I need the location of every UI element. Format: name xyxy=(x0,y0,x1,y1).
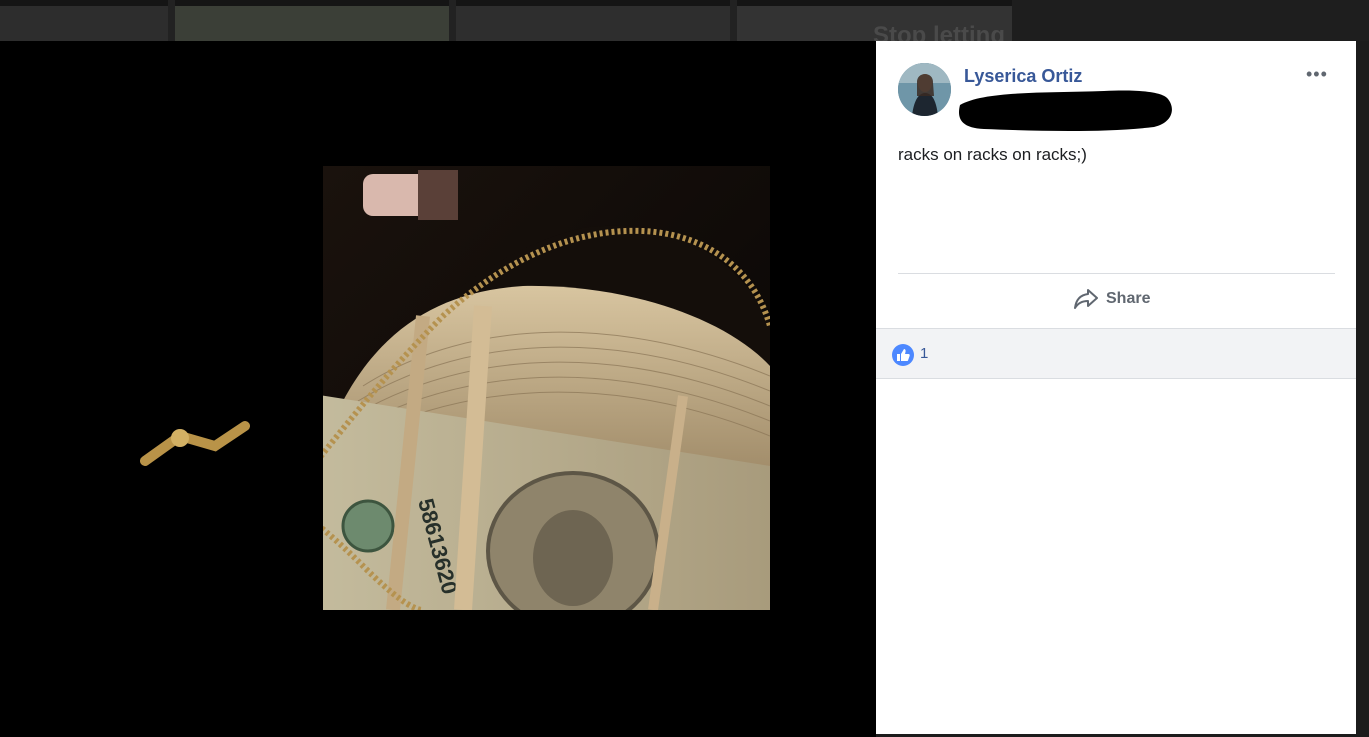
share-arrow-icon xyxy=(1074,289,1098,309)
post-details-panel: Lyserica Ortiz ••• racks on racks on rac… xyxy=(876,41,1356,734)
panel-edge xyxy=(1356,41,1369,737)
action-divider xyxy=(898,273,1335,274)
background-tile xyxy=(175,0,449,41)
more-horizontal-icon: ••• xyxy=(1306,64,1328,84)
background-tile xyxy=(456,0,730,41)
post-caption: racks on racks on racks;) xyxy=(898,145,1087,164)
background-tile xyxy=(0,0,168,41)
author-name-link[interactable]: Lyserica Ortiz xyxy=(964,66,1082,87)
background-sidebar xyxy=(1012,0,1369,41)
redacted-metadata-scribble xyxy=(959,90,1172,131)
zipper-pull-decoration xyxy=(140,421,250,466)
like-count[interactable]: 1 xyxy=(920,345,928,362)
thumbs-up-icon[interactable] xyxy=(892,344,914,366)
profile-photo-icon xyxy=(898,63,951,116)
share-label: Share xyxy=(1106,290,1151,307)
more-options-button[interactable]: ••• xyxy=(1306,64,1328,84)
author-avatar[interactable] xyxy=(898,63,951,116)
post-photo[interactable]: 58613620 xyxy=(323,166,770,610)
photo-viewer-page: Stop letting 58613620 Lyserica Ortiz •••… xyxy=(0,0,1369,737)
background-feed: Stop letting xyxy=(0,0,1369,49)
share-button[interactable]: Share xyxy=(1074,288,1150,310)
photo-stage[interactable]: 58613620 xyxy=(0,41,876,737)
reactions-bar[interactable]: 1 xyxy=(876,328,1356,379)
money-in-bag-image: 58613620 xyxy=(323,166,770,610)
